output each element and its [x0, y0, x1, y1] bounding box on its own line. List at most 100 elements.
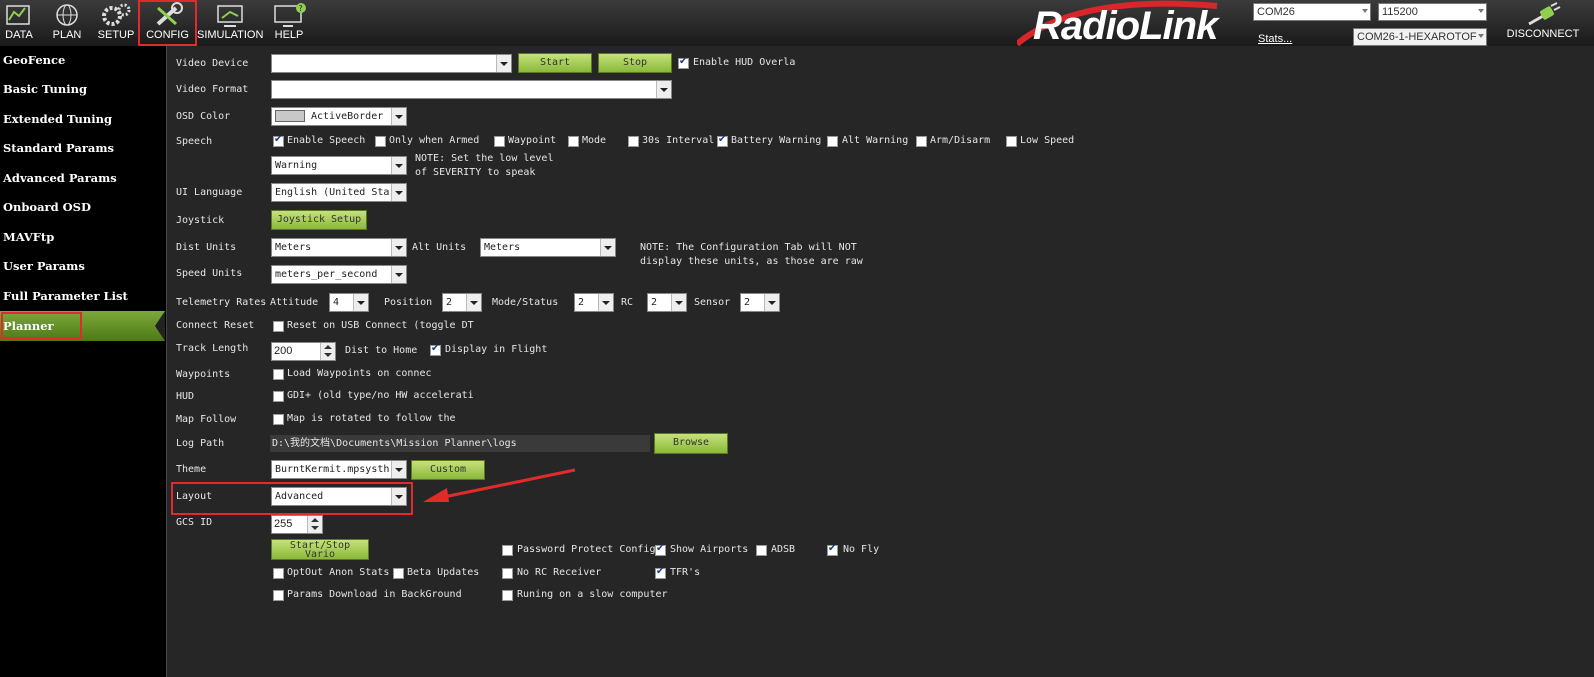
params-download-checkbox[interactable]: [273, 590, 284, 601]
sidebar-item-extended-tuning[interactable]: Extended Tuning: [3, 112, 112, 126]
only-when-armed-label: Only when Armed: [389, 135, 480, 146]
spinner-arrows-icon[interactable]: [307, 516, 322, 533]
attitude-rate-select[interactable]: 4: [329, 293, 369, 312]
mode-label: Mode: [582, 135, 607, 146]
position-label: Position: [384, 297, 433, 308]
gdi-plus-checkbox[interactable]: [273, 391, 284, 402]
ui-language-label: UI Language: [176, 187, 243, 198]
tfrs-checkbox[interactable]: [655, 566, 666, 579]
chevron-down-icon: [466, 294, 481, 311]
password-protect-checkbox[interactable]: [502, 545, 513, 556]
log-path-input[interactable]: D:\我的文档\Documents\Mission Planner\logs: [270, 435, 650, 452]
optout-anon-stats-checkbox[interactable]: [273, 568, 284, 579]
sidebar-item-mavftp[interactable]: MAVFtp: [3, 230, 54, 244]
beta-updates-checkbox[interactable]: [393, 568, 404, 579]
baud-rate-select[interactable]: 115200: [1378, 3, 1487, 21]
config-sidebar: GeoFence Basic Tuning Extended Tuning St…: [0, 46, 165, 677]
waypoint-checkbox[interactable]: [494, 136, 505, 147]
theme-select[interactable]: BurntKermit.mpsysth: [271, 460, 407, 479]
battery-warning-checkbox[interactable]: [717, 134, 728, 147]
chevron-down-icon: [391, 461, 406, 478]
only-when-armed-checkbox[interactable]: [375, 136, 386, 147]
alt-warning-label: Alt Warning: [842, 135, 909, 146]
params-download-label: Params Download in BackGround: [287, 589, 462, 600]
data-button[interactable]: DATA: [0, 2, 38, 44]
adsb-checkbox[interactable]: [756, 545, 767, 556]
interval-30s-label: 30s Interval: [642, 135, 715, 146]
speed-units-select[interactable]: meters_per_second: [271, 265, 407, 284]
theme-label: Theme: [176, 464, 207, 475]
setup-button[interactable]: SETUP: [95, 2, 137, 44]
help-button[interactable]: ? HELP: [268, 2, 310, 44]
com-port-select[interactable]: COM26: [1253, 3, 1371, 21]
start-button[interactable]: Start: [518, 53, 592, 73]
top-toolbar: DATA PLAN SETUP CONFIG SIMULATION ? HELP…: [0, 0, 1594, 48]
simulation-button[interactable]: SIMULATION: [197, 2, 263, 44]
hud-overlay-checkbox[interactable]: [678, 56, 689, 69]
reset-usb-checkbox[interactable]: [273, 321, 284, 332]
show-airports-checkbox[interactable]: [655, 543, 666, 556]
load-waypoints-checkbox[interactable]: [273, 369, 284, 380]
sidebar-item-standard-params[interactable]: Standard Params: [3, 141, 114, 155]
alt-warning-checkbox[interactable]: [827, 136, 838, 147]
stats-link[interactable]: Stats...: [1258, 33, 1292, 45]
browse-button[interactable]: Browse: [654, 433, 728, 454]
speech-severity-select[interactable]: Warning: [271, 156, 407, 175]
alt-units-select[interactable]: Meters: [480, 238, 616, 257]
sidebar-item-planner[interactable]: Planner: [3, 319, 54, 333]
stop-button[interactable]: Stop: [598, 53, 672, 73]
sidebar-item-full-parameter-list[interactable]: Full Parameter List: [3, 289, 128, 303]
sidebar-item-geofence[interactable]: GeoFence: [3, 53, 65, 67]
tfrs-label: TFR's: [670, 567, 701, 578]
position-rate-select[interactable]: 2: [442, 293, 482, 312]
connection-select[interactable]: COM26-1-HEXAROTOF: [1353, 28, 1487, 46]
gcs-id-input[interactable]: 255: [271, 515, 323, 534]
track-length-label: Track Length: [176, 343, 249, 354]
start-stop-vario-button[interactable]: Start/Stop Vario: [271, 539, 369, 560]
planner-settings-panel: Video Device Start Stop Enable HUD Overl…: [166, 46, 1594, 677]
ui-language-select[interactable]: English (United Sta: [271, 183, 407, 202]
chevron-down-icon: [598, 294, 613, 311]
sidebar-item-advanced-params[interactable]: Advanced Params: [3, 171, 117, 185]
low-speed-checkbox[interactable]: [1006, 136, 1017, 147]
config-button[interactable]: CONFIG: [138, 0, 197, 46]
layout-select[interactable]: Advanced: [271, 487, 407, 506]
map-rotated-checkbox[interactable]: [273, 414, 284, 425]
chevron-down-icon: [671, 294, 686, 311]
sensor-rate-select[interactable]: 2: [740, 293, 780, 312]
display-in-flight-checkbox[interactable]: [430, 343, 441, 356]
interval-30s-checkbox[interactable]: [628, 136, 639, 147]
sidebar-item-basic-tuning[interactable]: Basic Tuning: [3, 82, 87, 96]
gdi-plus-label: GDI+ (old type/no HW accelerati: [287, 390, 474, 401]
waypoints-label: Waypoints: [176, 369, 231, 380]
chevron-down-icon: [391, 239, 406, 256]
globe-icon: [49, 2, 85, 28]
disconnect-button[interactable]: DISCONNECT: [1493, 2, 1593, 44]
rc-rate-select[interactable]: 2: [647, 293, 687, 312]
dist-units-select[interactable]: Meters: [271, 238, 407, 257]
no-rc-receiver-checkbox[interactable]: [502, 568, 513, 579]
chevron-down-icon: [1478, 9, 1484, 13]
arm-disarm-checkbox[interactable]: [916, 136, 927, 147]
enable-speech-checkbox[interactable]: [273, 134, 284, 147]
osd-color-select[interactable]: ActiveBorder: [271, 107, 407, 126]
no-fly-checkbox[interactable]: [827, 543, 838, 556]
map-follow-label: Map Follow: [176, 414, 237, 425]
sidebar-item-onboard-osd[interactable]: Onboard OSD: [3, 200, 91, 214]
plug-icon: [1525, 2, 1561, 28]
track-length-input[interactable]: 200: [271, 342, 336, 361]
hud-overlay-label: Enable HUD Overla: [693, 57, 796, 68]
joystick-setup-button[interactable]: Joystick Setup: [271, 210, 367, 230]
sidebar-item-user-params[interactable]: User Params: [3, 259, 85, 273]
spinner-arrows-icon[interactable]: [320, 343, 335, 360]
video-format-select[interactable]: [271, 80, 672, 99]
video-device-select[interactable]: [271, 54, 512, 73]
log-path-label: Log Path: [176, 438, 225, 449]
slow-computer-checkbox[interactable]: [502, 590, 513, 601]
speech-label: Speech: [176, 136, 213, 147]
plan-button[interactable]: PLAN: [48, 2, 86, 44]
chevron-down-icon: [1362, 9, 1368, 13]
units-note-line2: display these units, as those are raw: [640, 256, 863, 267]
mode-checkbox[interactable]: [568, 136, 579, 147]
mode-status-rate-select[interactable]: 2: [574, 293, 614, 312]
